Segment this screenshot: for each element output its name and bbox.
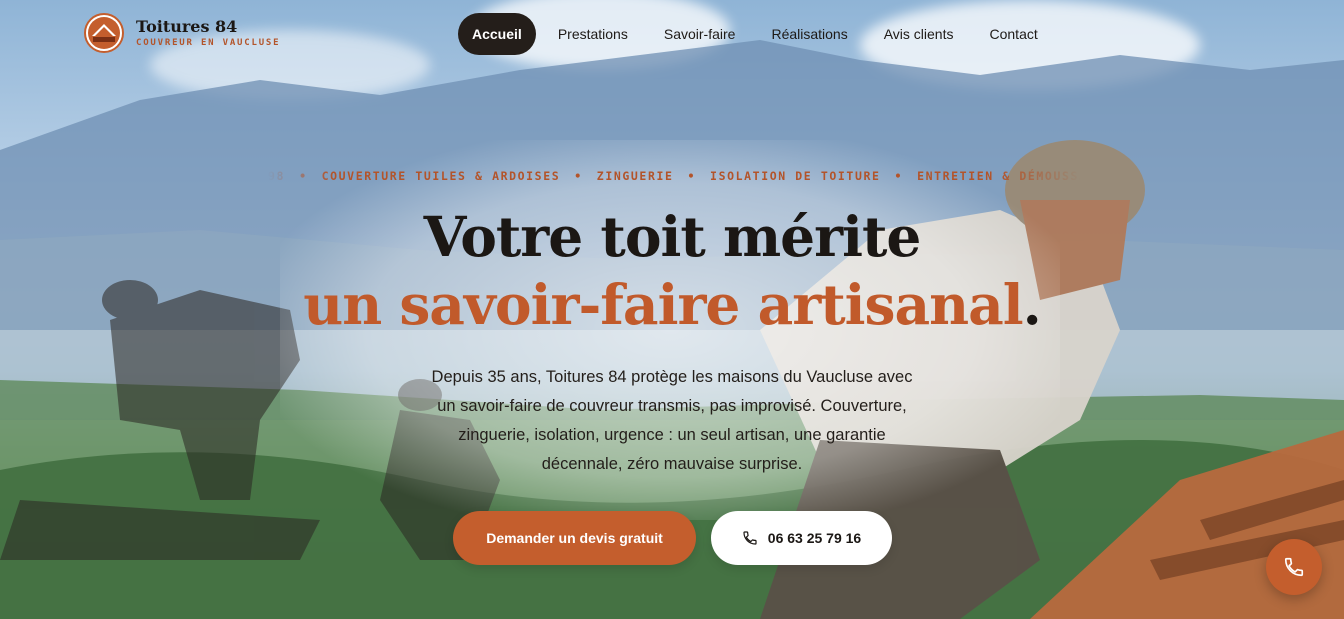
- phone-icon: [1284, 557, 1304, 577]
- ticker-separator: •: [894, 169, 904, 183]
- nav-item-accueil[interactable]: Accueil: [458, 13, 536, 55]
- roof-logo-icon: [88, 17, 120, 49]
- brand-name: Toitures 84: [136, 17, 238, 36]
- ticker-separator: •: [687, 169, 697, 183]
- floating-call-button[interactable]: [1266, 539, 1322, 595]
- ticker-item: ISOLATION DE TOITURE: [710, 169, 881, 183]
- hero-heading: Votre toit mérite un savoir-faire artisa…: [0, 203, 1344, 339]
- brand-tagline: COUVREUR EN VAUCLUSE: [136, 38, 281, 48]
- request-quote-button[interactable]: Demander un devis gratuit: [453, 511, 696, 565]
- hero-lead: Depuis 35 ans, Toitures 84 protège les m…: [431, 368, 913, 473]
- main-nav: Accueil Prestations Savoir-faire Réalisa…: [458, 13, 1056, 55]
- ticker-separator: •: [299, 169, 308, 183]
- ticker-item: ENTRETIEN & DÉMOUSSAGE: [917, 169, 1080, 183]
- brand[interactable]: Toitures 84 COUVREUR EN VAUCLUSE: [84, 13, 280, 53]
- request-quote-label: Demander un devis gratuit: [486, 530, 663, 546]
- phone-number-label: 06 63 25 79 16: [767, 530, 862, 546]
- nav-item-avis-clients[interactable]: Avis clients: [866, 13, 972, 55]
- hero-title-line2: un savoir-faire artisanal: [303, 272, 1023, 337]
- nav-item-contact[interactable]: Contact: [972, 13, 1056, 55]
- nav-item-realisations[interactable]: Réalisations: [753, 13, 865, 55]
- ticker-separator: •: [574, 169, 583, 183]
- ticker-item: COUVERTURE TUILES & ARDOISES: [321, 169, 561, 183]
- hero-title-period: .: [1022, 272, 1042, 337]
- nav-item-savoir-faire[interactable]: Savoir-faire: [646, 13, 754, 55]
- ticker-item: 98: [268, 169, 286, 183]
- ticker-item: ZINGUERIE: [596, 169, 674, 183]
- phone-icon: [743, 531, 757, 545]
- logo[interactable]: [84, 13, 124, 53]
- cta-row: Demander un devis gratuit 06 63 25 79 16: [453, 511, 892, 565]
- nav-item-prestations[interactable]: Prestations: [540, 13, 646, 55]
- hero-title-line1: Votre toit mérite: [423, 204, 922, 269]
- call-phone-button[interactable]: 06 63 25 79 16: [711, 511, 892, 565]
- services-ticker: 98 • COUVERTURE TUILES & ARDOISES • ZINGUERI…: [268, 167, 1080, 185]
